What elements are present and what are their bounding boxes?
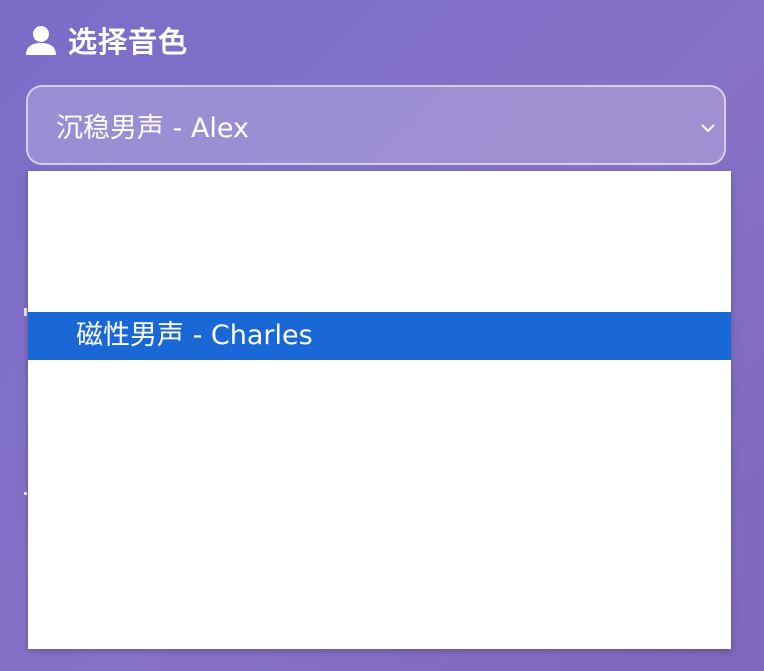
voice-dropdown-list[interactable]: 磁性男声 - Charles: [28, 171, 731, 649]
underlying-edge: [24, 492, 27, 495]
voice-select[interactable]: 沉稳男声 - Alex: [26, 85, 726, 165]
underlying-edge: [24, 308, 27, 316]
section-header: 选择音色: [24, 20, 188, 60]
voice-select-value: 沉稳男声 - Alex: [56, 112, 249, 144]
user-icon: [24, 23, 58, 57]
dropdown-option-charles[interactable]: 磁性男声 - Charles: [28, 312, 731, 360]
section-title: 选择音色: [68, 25, 189, 59]
chevron-down-icon[interactable]: [700, 119, 716, 133]
option-label: 磁性男声 - Charles: [76, 320, 313, 351]
